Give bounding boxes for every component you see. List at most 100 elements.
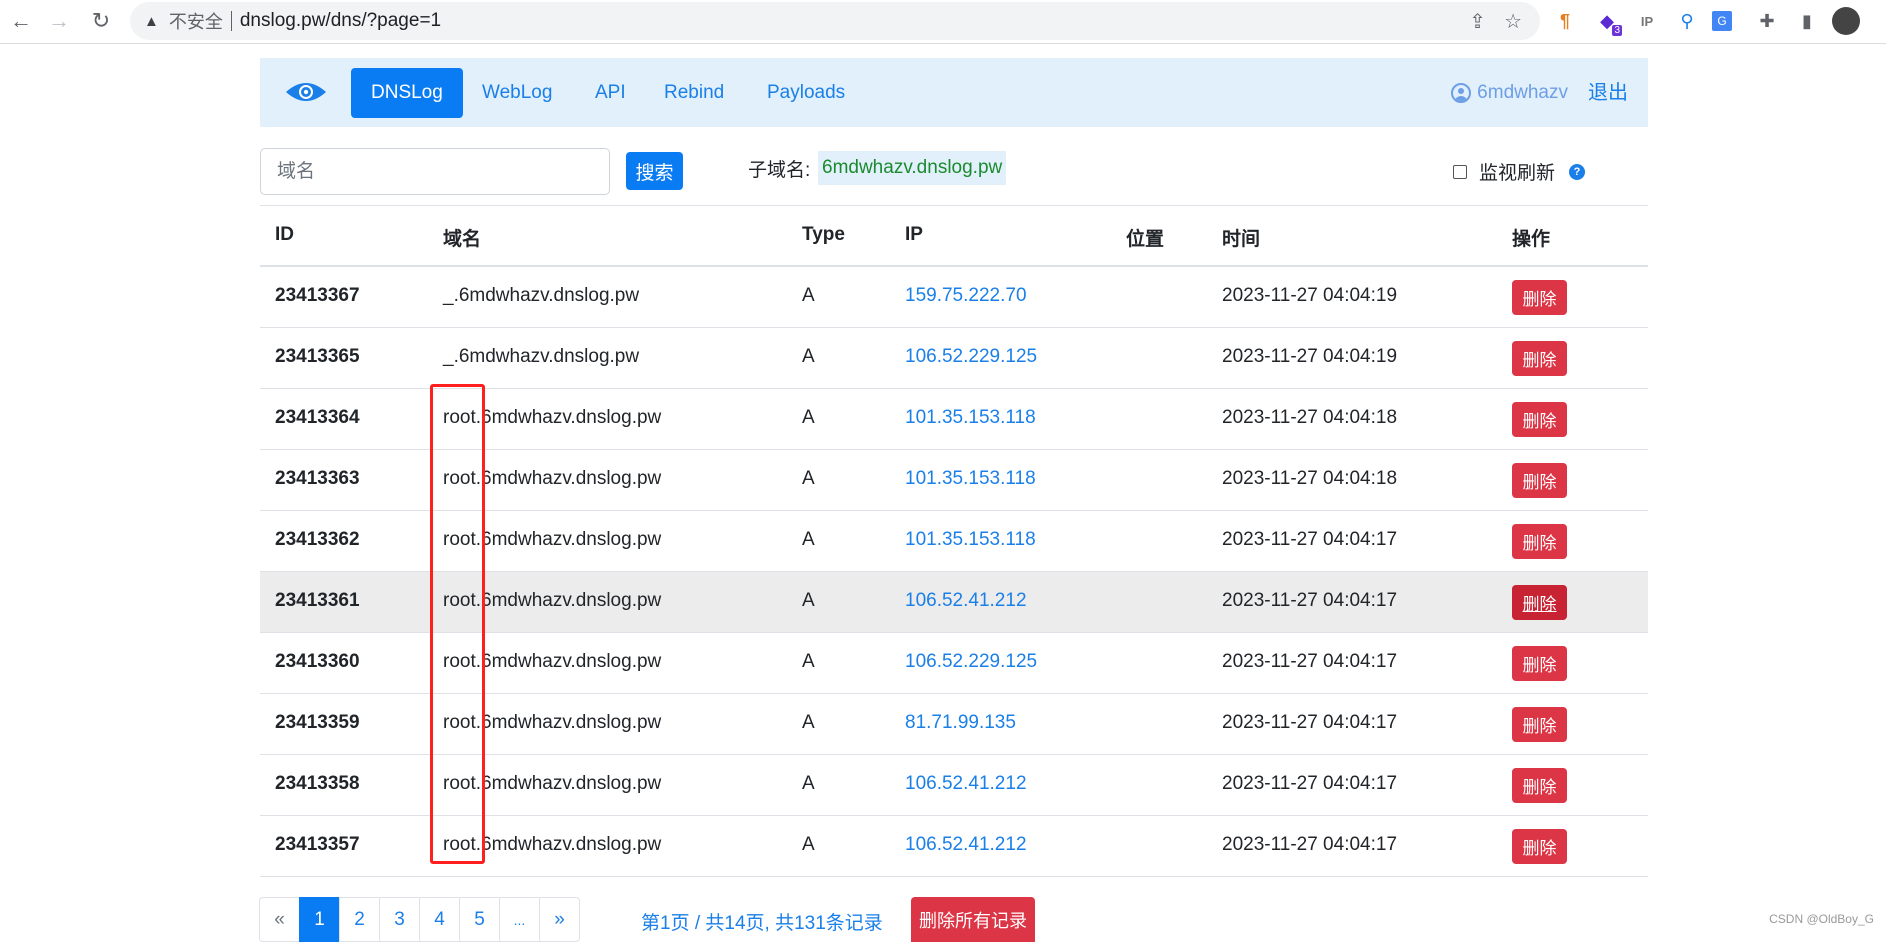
nav-dnslog[interactable]: DNSLog: [351, 68, 463, 118]
record-ip[interactable]: 81.71.99.135: [905, 712, 1016, 734]
browser-toolbar: ← → ↻ ▲ 不安全 dnslog.pw/dns/?page=1 ⇪ ☆ ¶ …: [0, 0, 1886, 44]
record-type: A: [802, 590, 815, 611]
pilcrow-extension-icon[interactable]: ¶: [1550, 6, 1580, 36]
record-type: A: [802, 346, 815, 367]
extension-badge: 3: [1612, 25, 1622, 36]
delete-button[interactable]: 删除: [1512, 585, 1567, 620]
record-id: 23413361: [275, 590, 360, 611]
record-type: A: [802, 529, 815, 550]
delete-button[interactable]: 删除: [1512, 829, 1567, 864]
page-3[interactable]: 3: [379, 897, 420, 942]
record-ip[interactable]: 106.52.229.125: [905, 346, 1037, 368]
address-bar[interactable]: ▲ 不安全 dnslog.pw/dns/?page=1 ⇪ ☆: [130, 2, 1540, 40]
nav-payloads[interactable]: Payloads: [747, 68, 865, 118]
record-id: 23413365: [275, 346, 360, 367]
subdomain-value: 6mdwhazv.dnslog.pw: [818, 151, 1007, 185]
pin-extension-icon[interactable]: ⚲: [1672, 6, 1702, 36]
profile-avatar[interactable]: [1832, 7, 1860, 35]
monitor-checkbox[interactable]: [1453, 164, 1467, 179]
search-button[interactable]: 搜索: [626, 152, 683, 190]
record-type: A: [802, 712, 815, 733]
header-actions: 操作: [1512, 229, 1551, 250]
watermark: CSDN @OldBoy_G: [1769, 912, 1874, 926]
record-id: 23413358: [275, 773, 360, 794]
delete-button[interactable]: 删除: [1512, 768, 1567, 803]
record-type: A: [802, 834, 815, 855]
domain-search-input[interactable]: [260, 148, 610, 195]
delete-button[interactable]: 删除: [1512, 402, 1567, 437]
eye-icon[interactable]: [285, 80, 327, 104]
nav-rebind[interactable]: Rebind: [644, 68, 744, 118]
pagination: « 1 2 3 4 5 ... »: [259, 897, 580, 942]
nav-weblog[interactable]: WebLog: [462, 68, 572, 118]
back-icon[interactable]: ←: [6, 6, 36, 36]
record-time: 2023-11-27 04:04:17: [1222, 773, 1398, 794]
delete-button[interactable]: 删除: [1512, 646, 1567, 681]
record-ip[interactable]: 106.52.41.212: [905, 590, 1027, 612]
table-row: 23413367 _.6mdwhazv.dnslog.pw A 159.75.222.…: [260, 267, 1648, 328]
user-icon: [1451, 83, 1472, 103]
reload-icon[interactable]: ↻: [86, 6, 116, 36]
record-time: 2023-11-27 04:04:17: [1222, 590, 1398, 611]
record-id: 23413359: [275, 712, 360, 733]
record-ip[interactable]: 101.35.153.118: [905, 468, 1036, 490]
bookmark-star-icon[interactable]: ☆: [1504, 9, 1522, 34]
record-ip[interactable]: 106.52.41.212: [905, 773, 1027, 795]
record-time: 2023-11-27 04:04:18: [1222, 468, 1398, 489]
security-label: 不安全: [168, 12, 223, 32]
share-icon[interactable]: ⇪: [1469, 9, 1486, 34]
delete-button[interactable]: 删除: [1512, 280, 1567, 315]
record-ip[interactable]: 106.52.41.212: [905, 834, 1027, 856]
red-highlight-box: [430, 384, 485, 864]
record-id: 23413363: [275, 468, 360, 489]
url-text[interactable]: dnslog.pw/dns/?page=1: [240, 10, 441, 32]
record-time: 2023-11-27 04:04:17: [1222, 712, 1398, 733]
sidepanel-icon[interactable]: ▮: [1792, 6, 1822, 36]
delete-button[interactable]: 删除: [1512, 463, 1567, 498]
delete-button[interactable]: 删除: [1512, 524, 1567, 559]
record-id: 23413367: [275, 285, 360, 306]
page-ellipsis[interactable]: ...: [499, 897, 540, 942]
monitor-label: 监视刷新: [1479, 163, 1556, 184]
logout-link[interactable]: 退出: [1588, 68, 1628, 118]
page-5[interactable]: 5: [459, 897, 500, 942]
page-next[interactable]: »: [539, 897, 580, 942]
forward-icon[interactable]: →: [44, 6, 74, 36]
subdomain-label: 子域名:: [748, 160, 811, 181]
header-id: ID: [275, 224, 294, 245]
record-time: 2023-11-27 04:04:18: [1222, 407, 1398, 428]
record-ip[interactable]: 101.35.153.118: [905, 407, 1036, 429]
record-id: 23413364: [275, 407, 360, 428]
record-type: A: [802, 407, 815, 428]
layers-extension-icon[interactable]: ◆ 3: [1592, 6, 1622, 36]
page-4[interactable]: 4: [419, 897, 460, 942]
record-ip[interactable]: 159.75.222.70: [905, 285, 1027, 307]
translate-extension-icon[interactable]: G: [1712, 11, 1732, 31]
page-1[interactable]: 1: [299, 897, 340, 942]
navbar: DNSLog WebLog API Rebind Payloads 6mdwha…: [260, 58, 1648, 127]
header-domain: 域名: [443, 229, 482, 250]
monitor-refresh-toggle[interactable]: 监视刷新 ?: [1453, 158, 1586, 185]
record-time: 2023-11-27 04:04:17: [1222, 529, 1398, 550]
ip-extension-icon[interactable]: IP: [1632, 6, 1662, 36]
record-time: 2023-11-27 04:04:19: [1222, 346, 1398, 367]
delete-button[interactable]: 删除: [1512, 341, 1567, 376]
header-time: 时间: [1222, 229, 1261, 250]
record-ip[interactable]: 101.35.153.118: [905, 529, 1036, 551]
delete-all-button[interactable]: 删除所有记录: [911, 897, 1035, 942]
page-prev[interactable]: «: [259, 897, 300, 942]
delete-button[interactable]: 删除: [1512, 707, 1567, 742]
record-ip[interactable]: 106.52.229.125: [905, 651, 1037, 673]
puzzle-extension-icon[interactable]: ✚: [1752, 6, 1782, 36]
page-info: 第1页 / 共14页, 共131条记录: [641, 913, 883, 934]
help-icon[interactable]: ?: [1569, 163, 1586, 180]
record-type: A: [802, 468, 815, 489]
record-time: 2023-11-27 04:04:17: [1222, 651, 1398, 672]
user-menu[interactable]: 6mdwhazv: [1451, 68, 1568, 118]
nav-api[interactable]: API: [575, 68, 646, 118]
table-row: 23413365 _.6mdwhazv.dnslog.pw A 106.52.229.…: [260, 328, 1648, 389]
record-time: 2023-11-27 04:04:19: [1222, 285, 1398, 306]
record-domain: _.6mdwhazv.dnslog.pw: [443, 285, 640, 306]
page-2[interactable]: 2: [339, 897, 380, 942]
separator: [230, 11, 232, 31]
